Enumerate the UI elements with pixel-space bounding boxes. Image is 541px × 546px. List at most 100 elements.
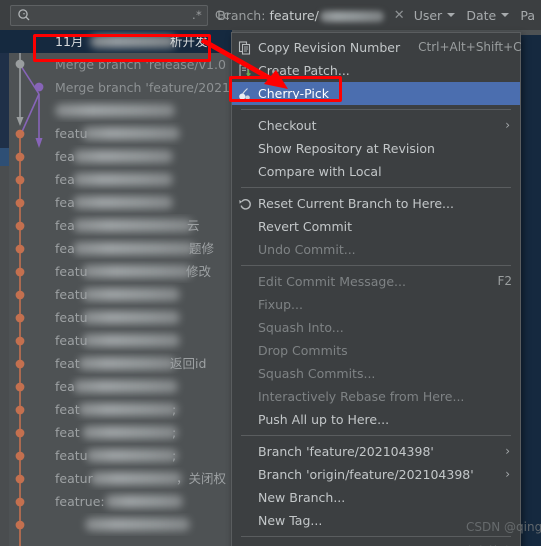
- menu-item-copy-revision-number[interactable]: Copy Revision Number Ctrl+Alt+Shift+C: [232, 36, 522, 59]
- commit-message-end: 析开发: [170, 34, 208, 49]
- commit-context-menu[interactable]: Copy Revision Number Ctrl+Alt+Shift+C Crea…: [231, 32, 522, 546]
- commit-row[interactable]: feat 返回id: [0, 352, 232, 375]
- commit-message-start: fea: [55, 149, 75, 164]
- commit-row[interactable]: [0, 513, 232, 536]
- paths-filter[interactable]: Pa: [518, 4, 537, 26]
- menu-item-label: Branch 'origin/feature/202104398': [258, 467, 474, 482]
- commit-message-redacted: [105, 495, 183, 508]
- commit-message-end: ;: [172, 448, 177, 463]
- commit-message-start: featu: [55, 287, 88, 302]
- menu-item-branch-origin-feature-202104398[interactable]: Branch 'origin/feature/202104398' ›: [232, 463, 520, 486]
- menu-item-new-tag[interactable]: New Tag...: [232, 509, 520, 532]
- commit-message-redacted: [82, 265, 192, 278]
- date-filter[interactable]: Date: [464, 4, 511, 26]
- menu-item-label: Edit Commit Message...: [258, 274, 406, 289]
- commit-row[interactable]: Merge branch 'feature/2021: [0, 76, 232, 99]
- menu-item-branch-feature-202104398[interactable]: Branch 'feature/202104398' ›: [232, 440, 520, 463]
- commit-message-redacted: [82, 311, 180, 324]
- chevron-right-icon: ›: [505, 444, 510, 458]
- paths-filter-label: Pa: [520, 7, 536, 23]
- commit-row[interactable]: [0, 99, 232, 122]
- commit-message-start: Merge branch 'release/v1.0: [55, 57, 226, 72]
- commit-row[interactable]: featu: [0, 122, 232, 145]
- commit-row[interactable]: fea: [0, 145, 232, 168]
- branch-filter-value: feature/: [269, 7, 319, 23]
- commit-message-end: 题修: [189, 241, 215, 256]
- menu-item-label: Show Repository at Revision: [258, 141, 435, 156]
- menu-item-shortcut: F2: [497, 274, 512, 288]
- menu-item-edit-commit-message: Edit Commit Message... F2: [232, 270, 520, 293]
- menu-item-label: Checkout: [258, 118, 317, 133]
- search-input[interactable]: [31, 6, 187, 24]
- commit-rows: 11月 析开发 Merge branch 'release/v1.0 Merge br…: [0, 30, 232, 536]
- commit-row[interactable]: feat;: [0, 398, 232, 421]
- menu-item-label: Create Patch...: [258, 63, 350, 78]
- menu-item-cherry-pick[interactable]: Cherry-Pick: [232, 82, 520, 105]
- commit-message-redacted: [90, 35, 176, 48]
- menu-item-checkout[interactable]: Checkout ›: [232, 114, 520, 137]
- commit-row[interactable]: 11月 析开发: [0, 30, 232, 53]
- commit-message-start: featu: [55, 448, 88, 463]
- commit-row[interactable]: featu 修改: [0, 260, 232, 283]
- commit-message-redacted: [73, 150, 173, 163]
- regex-toggle[interactable]: .*: [187, 6, 207, 25]
- user-filter[interactable]: User: [412, 4, 458, 26]
- menu-item-new-branch[interactable]: New Branch...: [232, 486, 520, 509]
- commit-row[interactable]: featu: [0, 283, 232, 306]
- menu-item-squash-into: Squash Into...: [232, 316, 520, 339]
- commit-row[interactable]: featu: [0, 329, 232, 352]
- commit-message-redacted: [86, 449, 178, 462]
- user-filter-label: User: [413, 7, 443, 23]
- menu-item-revert-commit[interactable]: Revert Commit: [232, 215, 520, 238]
- commit-message-end: ;: [172, 402, 177, 417]
- menu-item-label: Revert Commit: [258, 219, 353, 234]
- commit-message-end: ，关闭权: [176, 471, 227, 486]
- branch-filter[interactable]: Branch: feature/: [215, 4, 386, 26]
- commit-message-redacted: [82, 127, 180, 140]
- menu-item-label: Cherry-Pick: [258, 86, 329, 101]
- commit-row[interactable]: fea 云: [0, 214, 232, 237]
- menu-item-create-patch[interactable]: Create Patch...: [232, 59, 520, 82]
- case-sensitive-toggle[interactable]: Cc: [207, 5, 236, 25]
- search-box[interactable]: .* Cc: [10, 4, 230, 26]
- commit-message-start: Merge branch 'feature/2021: [55, 80, 231, 95]
- menu-separator: [241, 187, 511, 188]
- commit-row[interactable]: featrue:: [0, 490, 232, 513]
- menu-item-interactively-rebase-from-here: Interactively Rebase from Here...: [232, 385, 520, 408]
- menu-item-label: New Tag...: [258, 513, 323, 528]
- commit-message-redacted: [73, 219, 193, 232]
- commit-row[interactable]: feat;: [0, 421, 232, 444]
- commit-message-end: 返回id: [170, 356, 207, 371]
- commit-row[interactable]: fea: [0, 191, 232, 214]
- menu-item-show-repository-at-revision[interactable]: Show Repository at Revision: [232, 137, 520, 160]
- menu-item-label: Squash Commits...: [258, 366, 376, 381]
- menu-item-push-all-up-to-here[interactable]: Push All up to Here...: [232, 408, 520, 431]
- menu-separator: [241, 109, 511, 110]
- branch-filter-clear-icon[interactable]: ✕: [394, 8, 405, 23]
- commit-list-panel[interactable]: 11月 析开发 Merge branch 'release/v1.0 Merge br…: [0, 30, 232, 546]
- commit-row[interactable]: featu;: [0, 444, 232, 467]
- menu-item-reset-current-branch-to-here[interactable]: Reset Current Branch to Here...: [232, 192, 520, 215]
- menu-separator: [241, 435, 511, 436]
- menu-item-label: Drop Commits: [258, 343, 348, 358]
- menu-item-label: Undo Commit...: [258, 242, 356, 257]
- commit-row[interactable]: featur ，关闭权: [0, 467, 232, 490]
- commit-message-redacted: [73, 380, 178, 393]
- chevron-right-icon: ›: [505, 467, 510, 481]
- commit-row[interactable]: fea: [0, 168, 232, 191]
- commit-message-end: 修改: [186, 264, 212, 279]
- commit-row[interactable]: fea: [0, 375, 232, 398]
- commit-row[interactable]: Merge branch 'release/v1.0: [0, 53, 232, 76]
- commit-row[interactable]: featu: [0, 306, 232, 329]
- menu-item-label: Branch 'feature/202104398': [258, 444, 434, 459]
- menu-item-compare-with-local[interactable]: Compare with Local: [232, 160, 520, 183]
- search-icon[interactable]: [17, 8, 31, 22]
- menu-item-label: Push All up to Here...: [258, 412, 390, 427]
- menu-separator: [241, 536, 511, 537]
- commit-message-start: feat: [55, 402, 80, 417]
- commit-message-redacted: [73, 196, 173, 209]
- menu-item-fixup: Fixup...: [232, 293, 520, 316]
- commit-row[interactable]: fea 题修: [0, 237, 232, 260]
- chevron-right-icon: ›: [505, 118, 510, 132]
- commit-message-start: fea: [55, 195, 75, 210]
